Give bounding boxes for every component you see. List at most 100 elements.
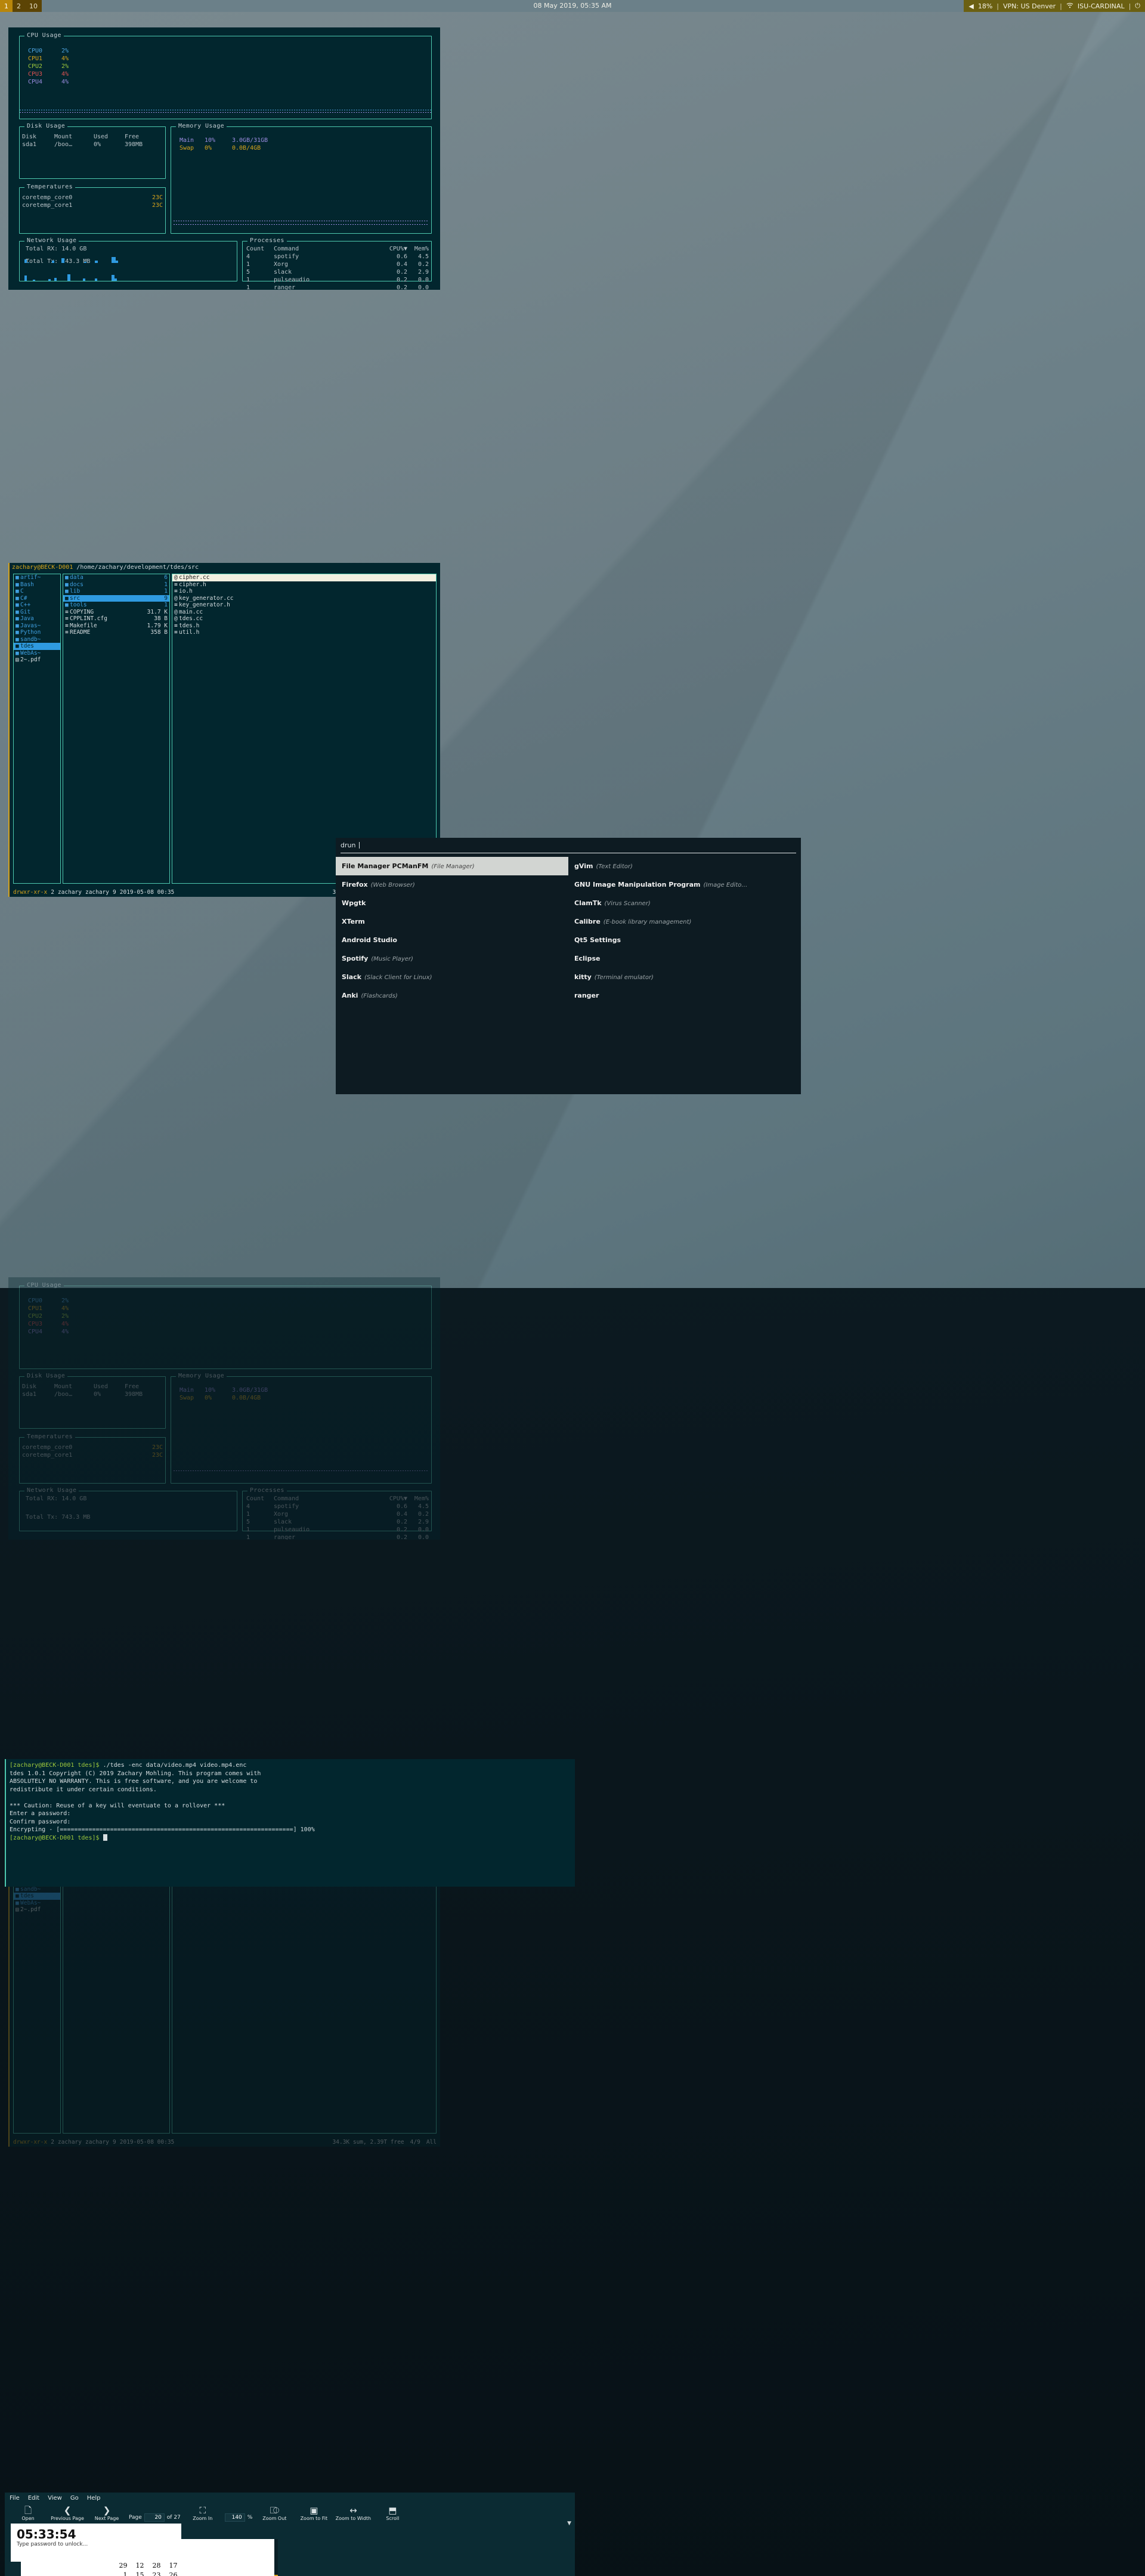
cpu-core-row-dimmed: CPU22% xyxy=(28,1312,431,1320)
rofi-result-item[interactable]: Qt5 Settings xyxy=(568,931,801,949)
rofi-result-item[interactable]: Wpgtk xyxy=(336,894,568,912)
processes-panel[interactable]: Processes Count Command CPU%▼ Mem% 4spot… xyxy=(242,241,432,281)
rofi-result-item[interactable]: Android Studio xyxy=(336,931,568,949)
menu-go[interactable]: Go xyxy=(70,2495,79,2501)
list-item[interactable]: ■C++ xyxy=(14,602,60,609)
list-item[interactable]: ▤2~.pdf xyxy=(14,1906,60,1914)
rofi-result-item[interactable]: ClamTk(Virus Scanner) xyxy=(568,894,801,912)
temperature-row-dimmed: coretemp_core123C xyxy=(22,1451,163,1459)
list-item[interactable]: ■tdes xyxy=(14,643,60,650)
zoom-to-fit-button[interactable]: ▣ Zoom to Fit xyxy=(294,2505,333,2521)
list-item-label: tdes.cc xyxy=(179,615,434,623)
rofi-launcher[interactable]: drun File Manager PCManFM(File Manager)g… xyxy=(336,838,801,1094)
open-button[interactable]: 🗋 Open xyxy=(8,2505,48,2521)
list-item[interactable]: ≡cipher.h xyxy=(172,581,436,589)
list-item[interactable]: @main.cc xyxy=(172,609,436,616)
rofi-result-item[interactable]: XTerm xyxy=(336,912,568,931)
list-item[interactable]: @cipher.cc xyxy=(172,574,436,581)
table-cell: 1 xyxy=(115,2571,131,2576)
zoom-input[interactable]: 140 xyxy=(225,2513,245,2522)
zoom-to-width-button[interactable]: ↔ Zoom to Width xyxy=(333,2505,373,2521)
terminal-line: Encrypting - [==========================… xyxy=(10,1826,571,1834)
rofi-result-item[interactable]: Slack(Slack Client for Linux) xyxy=(336,968,568,986)
ranger-parent-column[interactable]: ■artif~■Bash■C■C#■C++■Git■Java■Javas~■Py… xyxy=(13,574,61,884)
list-item[interactable]: ▤2~.pdf xyxy=(14,657,60,664)
ranger-preview-column[interactable]: @cipher.cc≡cipher.h≡io.h@key_generator.c… xyxy=(172,574,437,884)
chevron-down-icon[interactable]: ▼ xyxy=(567,2521,571,2527)
list-item[interactable]: ≡README358 B xyxy=(63,629,169,636)
rofi-result-item[interactable]: Calibre(E-book library management) xyxy=(568,912,801,931)
next-page-button[interactable]: ❯ Next Page xyxy=(87,2505,126,2521)
list-item[interactable]: ≡io.h xyxy=(172,588,436,595)
previous-page-button[interactable]: ❮ Previous Page xyxy=(48,2505,87,2521)
list-item[interactable]: ■WebAs~ xyxy=(14,1900,60,1907)
list-item[interactable]: ■Java xyxy=(14,615,60,623)
list-item[interactable]: ■Bash xyxy=(14,581,60,589)
list-item[interactable]: ■Python xyxy=(14,629,60,636)
cpu-core-row: CPU14% xyxy=(28,55,431,63)
rofi-result-item[interactable]: Firefox(Web Browser) xyxy=(336,875,568,894)
list-item[interactable]: ■sandb~ xyxy=(14,1886,60,1893)
process-row[interactable]: 1Xorg0.40.2 xyxy=(246,261,429,268)
menu-view[interactable]: View xyxy=(48,2495,62,2501)
menu-help[interactable]: Help xyxy=(87,2495,101,2501)
list-item[interactable]: ≡tdes.h xyxy=(172,623,436,630)
list-item[interactable]: ≡Makefile1.79 K xyxy=(63,623,169,630)
tray-separator-1: | xyxy=(997,2,999,10)
page-input[interactable]: 20 xyxy=(144,2513,165,2522)
list-item[interactable]: ■docs1 xyxy=(63,581,169,589)
terminal-prompt: [zachary@BECK-D001 tdes]$ xyxy=(10,1762,100,1769)
list-item[interactable]: ■lib1 xyxy=(63,588,169,595)
temperature-row: coretemp_core0 23C xyxy=(22,194,163,202)
list-item[interactable]: ■C xyxy=(14,588,60,595)
rofi-result-item[interactable]: gVim(Text Editor) xyxy=(568,857,801,875)
terminal-window[interactable]: [zachary@BECK-D001 tdes]$ ./tdes -enc da… xyxy=(5,1759,575,1887)
list-item[interactable]: ≡CPPLINT.cfg38 B xyxy=(63,615,169,623)
rofi-result-item[interactable]: Spotify(Music Player) xyxy=(336,949,568,968)
list-item[interactable]: ■src9 xyxy=(63,595,169,602)
cpu-core-row: CPU02% xyxy=(28,47,431,55)
process-row[interactable]: 1ranger0.20.0 xyxy=(246,284,429,290)
list-item[interactable]: @tdes.cc xyxy=(172,615,436,623)
list-item[interactable]: ≡util.h xyxy=(172,629,436,636)
list-item[interactable]: @key_generator.cc xyxy=(172,595,436,602)
list-item[interactable]: ≡COPYING31.7 K xyxy=(63,609,169,616)
list-item[interactable]: ■artif~ xyxy=(14,574,60,581)
scroll-button[interactable]: ⬒ Scroll xyxy=(373,2505,412,2521)
list-item-label: sandb~ xyxy=(20,1886,58,1893)
page-indicator[interactable]: Page 20 of 27 xyxy=(129,2513,181,2522)
list-item[interactable]: ■tdes xyxy=(14,1893,60,1900)
process-row[interactable]: 1pulseaudio0.20.0 xyxy=(246,276,429,284)
menu-edit[interactable]: Edit xyxy=(28,2495,39,2501)
zoom-indicator[interactable]: 140 % xyxy=(225,2513,253,2522)
ranger-current-column[interactable]: ■data6■docs1■lib1■src9■tools1≡COPYING31.… xyxy=(63,574,170,884)
rofi-result-item[interactable]: GNU Image Manipulation Program(Image Edi… xyxy=(568,875,801,894)
list-item[interactable]: ■sandb~ xyxy=(14,636,60,643)
pdf-scrollbar-track[interactable] xyxy=(274,2539,278,2576)
rofi-search-input[interactable]: drun xyxy=(336,838,801,853)
list-item[interactable]: ■Git xyxy=(14,609,60,616)
list-item[interactable]: ■tools1 xyxy=(63,602,169,609)
list-item[interactable]: ■C# xyxy=(14,595,60,602)
list-item[interactable]: ■Javas~ xyxy=(14,623,60,630)
rofi-result-item[interactable]: Anki(Flashcards) xyxy=(336,986,568,1005)
rofi-result-item[interactable]: File Manager PCManFM(File Manager) xyxy=(336,857,568,875)
process-row[interactable]: 5slack0.22.9 xyxy=(246,268,429,276)
power-icon[interactable]: ⏻ xyxy=(1135,2,1140,10)
rofi-result-item[interactable]: kitty(Terminal emulator) xyxy=(568,968,801,986)
rofi-result-item[interactable]: ranger xyxy=(568,986,801,1005)
zoom-in-button[interactable]: ⛶ Zoom In xyxy=(183,2505,222,2521)
cpu-core-row: CPU22% xyxy=(28,63,431,70)
system-monitor-window-dimmed[interactable]: CPU Usage CPU02% CPU14% CPU22% CPU34% CP… xyxy=(8,1277,440,1540)
rofi-result-comment: (E-book library management) xyxy=(604,919,692,925)
list-item[interactable]: ■WebAs~ xyxy=(14,650,60,657)
zoom-out-button[interactable]: ⎄ Zoom Out xyxy=(255,2505,294,2521)
menu-file[interactable]: File xyxy=(10,2495,20,2501)
system-monitor-window[interactable]: CPU Usage CPU02% CPU14% CPU22% CPU34% CP… xyxy=(8,27,440,290)
rofi-result-item[interactable]: Eclipse xyxy=(568,949,801,968)
list-item[interactable]: ≡key_generator.h xyxy=(172,602,436,609)
process-row[interactable]: 4spotify0.64.5 xyxy=(246,253,429,261)
list-item[interactable]: ■data6 xyxy=(63,574,169,581)
terminal-text: *** Caution: Reuse of a key will eventua… xyxy=(10,1803,225,1809)
rofi-result-name: Anki xyxy=(342,992,358,999)
